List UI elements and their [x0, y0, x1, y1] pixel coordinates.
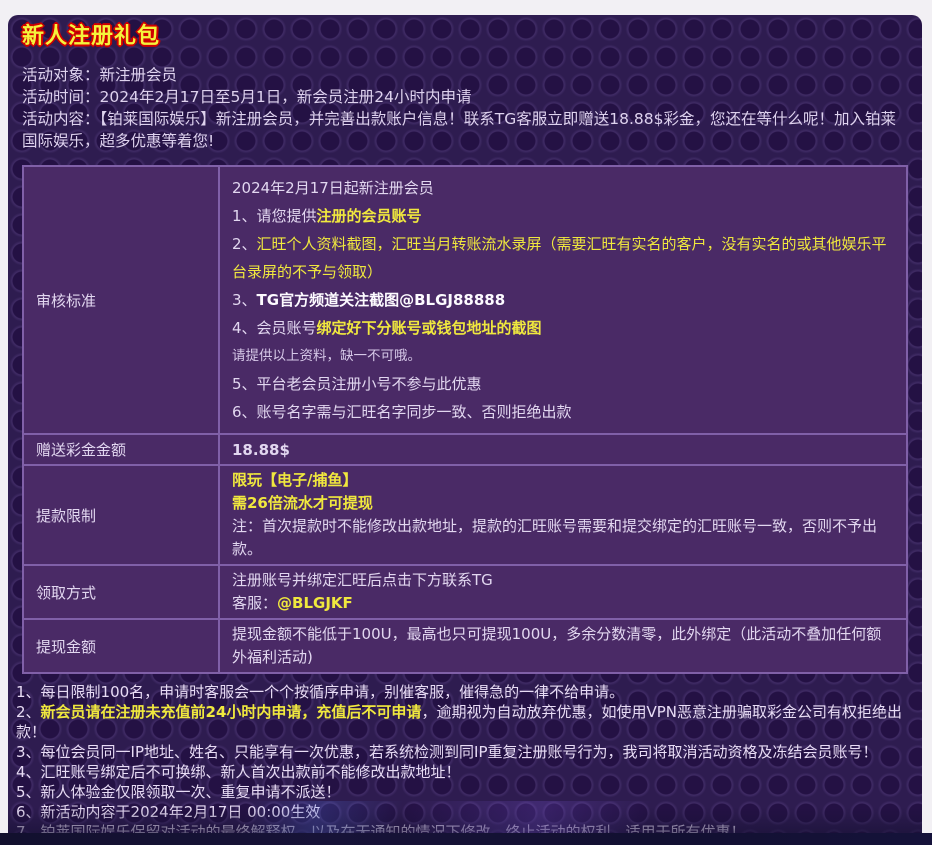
promo-panel: 新人注册礼包 活动对象：新注册会员 活动时间：2024年2月17日至5月1日，新…	[8, 15, 922, 833]
notes-list: 1、每日限制100名，申请时客服会一个个按循序申请，别催客服，催得急的一律不给申…	[16, 682, 914, 833]
table-row-audit: 审核标准 2024年2月17日起新注册会员 1、请您提供注册的会员账号 2、汇旺…	[23, 166, 907, 434]
activity-target-line: 活动对象：新注册会员	[22, 64, 908, 86]
audit-note: 请提供以上资料，缺一不可哦。	[232, 342, 894, 370]
row-label-audit: 审核标准	[23, 166, 219, 434]
activity-intro: 活动对象：新注册会员 活动时间：2024年2月17日至5月1日，新会员注册24小…	[22, 64, 908, 152]
note-item-7: 7、铂莱国际娱乐保留对活动的最终解释权，以及在无通知的情况下修改、终止活动的权利…	[16, 822, 914, 833]
footer-strip	[0, 833, 932, 845]
withdraw-limit-note: 注：首次提款时不能修改出款地址，提款的汇旺账号需要和提交绑定的汇旺账号一致，否则…	[232, 515, 894, 561]
activity-time-line: 活动时间：2024年2月17日至5月1日，新会员注册24小时内申请	[22, 86, 908, 108]
claim-service-line: 客服：@BLGJKF	[232, 592, 894, 615]
note-item-5: 5、新人体验金仅限领取一次、重复申请不派送！	[16, 782, 914, 802]
audit-content-cell: 2024年2月17日起新注册会员 1、请您提供注册的会员账号 2、汇旺个人资料截…	[219, 166, 907, 434]
note-2-highlight: 新会员请在注册未充值前24小时内申请，充值后不可申请	[41, 703, 422, 721]
audit-item-1-highlight: 注册的会员账号	[317, 207, 422, 225]
promo-table: 审核标准 2024年2月17日起新注册会员 1、请您提供注册的会员账号 2、汇旺…	[22, 165, 908, 674]
withdraw-limit-line-1: 限玩【电子/捕鱼】	[232, 469, 894, 492]
note-item-2: 2、新会员请在注册未充值前24小时内申请，充值后不可申请，逾期视为自动放弃优惠，…	[16, 702, 914, 742]
table-row-withdraw-limit: 提款限制 限玩【电子/捕鱼】 需26倍流水才可提现 注：首次提款时不能修改出款地…	[23, 465, 907, 565]
row-label-bonus: 赠送彩金金额	[23, 434, 219, 465]
audit-item-1-prefix: 1、请您提供	[232, 207, 317, 225]
note-item-4: 4、汇旺账号绑定后不可换绑、新人首次出款前不能修改出款地址！	[16, 762, 914, 782]
note-item-1: 1、每日限制100名，申请时客服会一个个按循序申请，别催客服，催得急的一律不给申…	[16, 682, 914, 702]
tg-support-handle: @BLGJKF	[277, 594, 353, 612]
amount-text: 提现金额不能低于100U，最高也只可提现100U，多余分数清零，此外绑定（此活动…	[232, 623, 894, 669]
row-label-withdraw-limit: 提款限制	[23, 465, 219, 565]
bonus-value: 18.88$	[219, 434, 907, 465]
audit-item-1: 1、请您提供注册的会员账号	[232, 202, 894, 230]
amount-cell: 提现金额不能低于100U，最高也只可提现100U，多余分数清零，此外绑定（此活动…	[219, 619, 907, 673]
activity-content-line: 活动内容：【铂莱国际娱乐】新注册会员，并完善出款账户信息！联系TG客服立即赠送1…	[22, 108, 908, 152]
claim-cell: 注册账号并绑定汇旺后点击下方联系TG 客服：@BLGJKF	[219, 565, 907, 619]
audit-item-3: 3、TG官方频道关注截图@BLGJ88888	[232, 286, 894, 314]
tg-channel-handle: TG官方频道关注截图@BLGJ88888	[257, 291, 506, 309]
audit-intro: 2024年2月17日起新注册会员	[232, 174, 894, 202]
table-row-amount: 提现金额 提现金额不能低于100U，最高也只可提现100U，多余分数清零，此外绑…	[23, 619, 907, 673]
note-item-3: 3、每位会员同一IP地址、姓名、只能享有一次优惠，若系统检测到同IP重复注册账号…	[16, 742, 914, 762]
audit-item-2-highlight: 汇旺个人资料截图，汇旺当月转账流水录屏（需要汇旺有实名的客户，没有实名的或其他娱…	[232, 235, 887, 281]
row-label-claim: 领取方式	[23, 565, 219, 619]
withdraw-limit-line-2: 需26倍流水才可提现	[232, 492, 894, 515]
audit-item-3-prefix: 3、	[232, 291, 257, 309]
claim-line-1: 注册账号并绑定汇旺后点击下方联系TG	[232, 569, 894, 592]
note-2-prefix: 2、	[16, 703, 41, 721]
table-row-claim: 领取方式 注册账号并绑定汇旺后点击下方联系TG 客服：@BLGJKF	[23, 565, 907, 619]
row-label-amount: 提现金额	[23, 619, 219, 673]
audit-item-6: 6、账号名字需与汇旺名字同步一致、否则拒绝出款	[232, 398, 894, 426]
note-item-6: 6、新活动内容于2024年2月17日 00:00生效	[16, 802, 914, 822]
withdraw-limit-cell: 限玩【电子/捕鱼】 需26倍流水才可提现 注：首次提款时不能修改出款地址，提款的…	[219, 465, 907, 565]
audit-item-2: 2、汇旺个人资料截图，汇旺当月转账流水录屏（需要汇旺有实名的客户，没有实名的或其…	[232, 230, 894, 286]
audit-item-4-highlight: 绑定好下分账号或钱包地址的截图	[317, 319, 542, 337]
audit-item-2-prefix: 2、	[232, 235, 257, 253]
page-title: 新人注册礼包	[22, 24, 914, 50]
table-row-bonus: 赠送彩金金额 18.88$	[23, 434, 907, 465]
claim-service-label: 客服：	[232, 594, 277, 612]
audit-item-5: 5、平台老会员注册小号不参与此优惠	[232, 370, 894, 398]
audit-item-4-prefix: 4、会员账号	[232, 319, 317, 337]
audit-item-4: 4、会员账号绑定好下分账号或钱包地址的截图	[232, 314, 894, 342]
